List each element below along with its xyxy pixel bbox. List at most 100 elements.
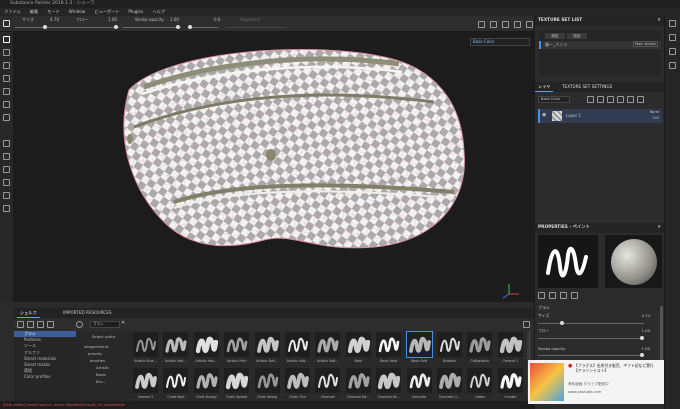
- size-slider-knob[interactable]: [43, 25, 47, 29]
- eye-icon[interactable]: ◉: [542, 112, 546, 118]
- brush-thumbnail[interactable]: [497, 332, 523, 357]
- brush-thumbnail[interactable]: [163, 368, 189, 393]
- add-fill-layer-icon[interactable]: [607, 96, 614, 103]
- list-view-icon[interactable]: [17, 321, 24, 328]
- menu-window[interactable]: Window: [69, 8, 86, 16]
- tree-basic[interactable]: Basic: [76, 370, 131, 377]
- brush-thumbnail[interactable]: [376, 332, 402, 357]
- add-layer-icon[interactable]: [617, 96, 624, 103]
- shelf-search-input[interactable]: ブラシ: [90, 321, 120, 328]
- delete-layer-icon[interactable]: [637, 96, 644, 103]
- menu-edit[interactable]: 編集: [30, 8, 38, 16]
- layer-opacity[interactable]: 100: [653, 116, 659, 120]
- brush-thumbnail[interactable]: [285, 332, 310, 357]
- brush-preset-icon[interactable]: [3, 20, 10, 27]
- tab-layers[interactable]: レイヤ: [535, 82, 554, 92]
- tree-brushes[interactable]: brushes: [76, 356, 131, 363]
- prop-stroke-opacity-knob[interactable]: [640, 353, 644, 357]
- tree-allegorithmic[interactable]: allegorithmic: [76, 339, 131, 349]
- texture-set-button-a[interactable]: 設定: [545, 33, 565, 39]
- export-icon[interactable]: [3, 179, 10, 186]
- brush-thumbnail[interactable]: [497, 368, 523, 393]
- tree-root[interactable]: Select paths: [76, 331, 131, 339]
- video-icon[interactable]: [514, 20, 521, 28]
- shader-settings-icon[interactable]: [3, 205, 10, 212]
- stencil-tab-icon[interactable]: [560, 292, 567, 299]
- sphere-icon[interactable]: [502, 20, 509, 28]
- prop-stroke-opacity-slider[interactable]: [538, 353, 644, 357]
- tab-imported-resources[interactable]: IMPORTED RESOURCES: [60, 308, 115, 318]
- brush-thumbnail[interactable]: [405, 331, 433, 358]
- clone-stamp-icon[interactable]: [3, 101, 10, 108]
- add-effect-icon[interactable]: [587, 96, 594, 103]
- search-icon[interactable]: [76, 321, 83, 328]
- texture-set-icon[interactable]: [669, 20, 676, 27]
- hide-icon[interactable]: [37, 321, 44, 328]
- brush-thumbnail[interactable]: [254, 368, 280, 393]
- add-folder-icon[interactable]: [627, 96, 634, 103]
- stroke-opacity-slider[interactable]: [123, 25, 181, 29]
- brush-thumbnail[interactable]: [467, 368, 493, 393]
- picker-icon[interactable]: [3, 114, 10, 121]
- projection-icon[interactable]: [3, 62, 10, 69]
- tab-shelf[interactable]: シェルフ: [17, 308, 40, 318]
- layer-row[interactable]: ◉ Layer 1 Norm 100: [538, 109, 662, 123]
- cube-icon[interactable]: [490, 20, 497, 28]
- brush-thumbnail[interactable]: [315, 368, 341, 393]
- brush-thumbnail[interactable]: [133, 368, 158, 393]
- brush-tab-icon[interactable]: [538, 292, 545, 299]
- grid-icon[interactable]: [526, 20, 533, 28]
- flow-slider[interactable]: [74, 25, 119, 29]
- eraser-icon[interactable]: [3, 49, 10, 56]
- prop-flow-knob[interactable]: [640, 336, 644, 340]
- camera-icon[interactable]: [478, 20, 485, 28]
- grid-view-icon[interactable]: [27, 321, 34, 328]
- size-slider[interactable]: [15, 25, 75, 29]
- material-icon[interactable]: [3, 166, 10, 173]
- extra-slider-knob[interactable]: [188, 25, 192, 29]
- prop-size-knob[interactable]: [560, 321, 564, 325]
- layer-blend-mode[interactable]: Norm: [650, 110, 659, 114]
- 3d-viewport[interactable]: [14, 32, 534, 302]
- close-icon[interactable]: ✕: [657, 16, 661, 26]
- tab-texture-set-settings[interactable]: TEXTURE SET SETTINGS: [559, 82, 615, 92]
- prop-size-slider[interactable]: [538, 321, 644, 325]
- category-color-profiles[interactable]: Color profiles: [14, 374, 76, 380]
- material-tab-icon[interactable]: [549, 292, 556, 299]
- brush-thumbnail[interactable]: [345, 368, 371, 393]
- brush-thumbnail[interactable]: [437, 332, 462, 357]
- menu-file[interactable]: ファイル: [4, 8, 21, 16]
- bake-icon[interactable]: [3, 153, 10, 160]
- tree-more[interactable]: Bru…: [76, 377, 131, 384]
- texture-set-item[interactable]: 服ー_パンツ Main shader: [539, 41, 661, 49]
- menu-mode[interactable]: モード: [47, 8, 60, 16]
- brush-thumbnail[interactable]: [133, 332, 158, 357]
- history-icon[interactable]: [669, 62, 676, 69]
- brush-thumbnail[interactable]: [224, 368, 250, 393]
- brush-thumbnail[interactable]: [193, 332, 219, 357]
- brush-thumbnail[interactable]: [254, 332, 280, 357]
- alignment-slider[interactable]: [226, 27, 286, 28]
- menu-viewport[interactable]: ビューポート: [94, 8, 119, 16]
- flow-slider-knob[interactable]: [114, 25, 118, 29]
- texture-set-shader[interactable]: Main shader: [633, 41, 658, 47]
- alpha-tab-icon[interactable]: [571, 292, 578, 299]
- brush-thumbnail[interactable]: [376, 368, 402, 393]
- polygon-fill-icon[interactable]: [3, 140, 10, 147]
- menu-plugins[interactable]: Plugins: [128, 8, 143, 16]
- extra-slider[interactable]: [188, 25, 218, 29]
- brush-thumbnail[interactable]: [406, 368, 432, 393]
- brush-thumbnail[interactable]: [345, 332, 371, 357]
- close-icon[interactable]: ✕: [657, 223, 661, 233]
- paint-brush-icon[interactable]: [3, 36, 10, 43]
- texture-set-button-b[interactable]: 設定: [567, 33, 587, 39]
- add-mask-icon[interactable]: [597, 96, 604, 103]
- settings-icon[interactable]: [669, 48, 676, 55]
- viewport-channel-select[interactable]: Base Color: [470, 38, 530, 46]
- display-settings-icon[interactable]: [669, 34, 676, 41]
- brush-thumbnail[interactable]: [163, 332, 189, 357]
- view-mode-icon[interactable]: [523, 321, 530, 328]
- menu-help[interactable]: ヘルプ: [152, 8, 165, 16]
- tree-presets[interactable]: presets: [76, 349, 131, 356]
- stroke-opacity-knob[interactable]: [176, 25, 180, 29]
